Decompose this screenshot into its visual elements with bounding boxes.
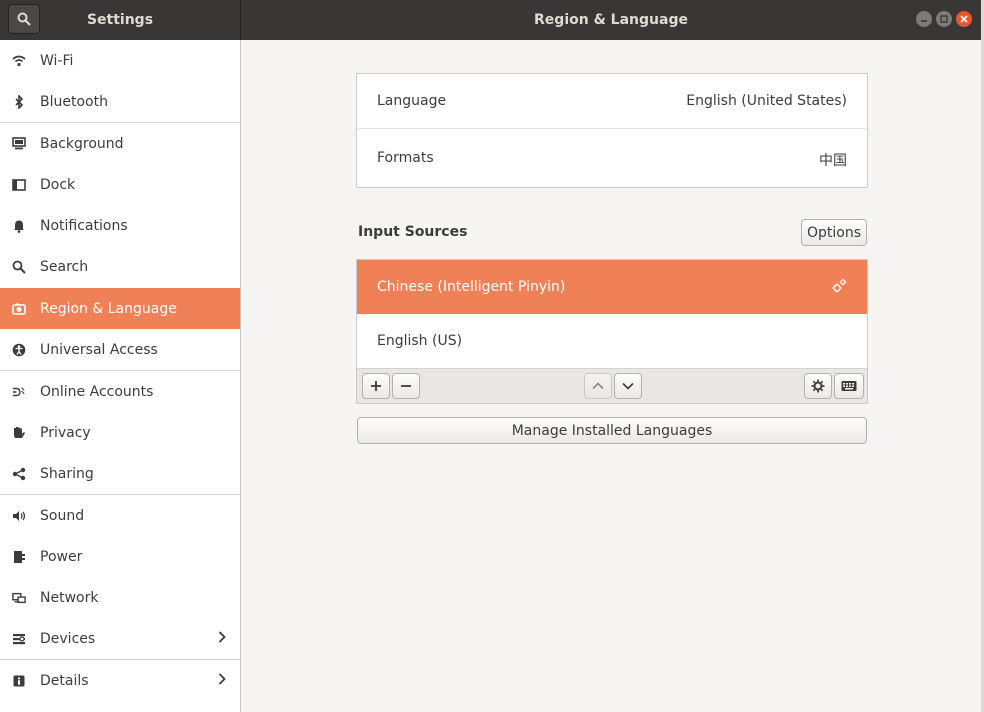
language-row[interactable]: Language English (United States) (357, 74, 867, 128)
move-down-button[interactable] (614, 373, 642, 399)
formats-row[interactable]: Formats 中国 (357, 129, 867, 187)
sidebar-item-label: Network (40, 589, 99, 606)
minus-icon (401, 385, 411, 387)
bluetooth-icon (12, 94, 26, 109)
chevron-right-icon (218, 631, 226, 647)
dock-icon (12, 178, 26, 192)
remove-input-source-button[interactable] (392, 373, 420, 399)
sidebar-item-notifications[interactable]: Notifications (0, 205, 240, 246)
formats-label: Formats (377, 150, 434, 166)
wifi-icon (12, 54, 26, 68)
input-source-label: English (US) (377, 333, 463, 349)
input-source-row[interactable]: Chinese (Intelligent Pinyin) (357, 260, 867, 314)
sidebar-item-region-language[interactable]: Region & Language (0, 288, 240, 329)
minimize-icon (921, 20, 927, 22)
sidebar-item-dock[interactable]: Dock (0, 164, 240, 205)
sidebar: Wi-Fi Bluetooth Background Dock Notifica… (0, 40, 240, 712)
maximize-button[interactable] (936, 11, 952, 27)
sidebar-item-universal-access[interactable]: Universal Access (0, 329, 240, 370)
sidebar-item-label: Online Accounts (40, 383, 154, 400)
input-sources-list: Chinese (Intelligent Pinyin) English (US… (356, 259, 868, 404)
chevron-right-icon (218, 673, 226, 689)
maximize-icon (940, 15, 948, 23)
sidebar-item-background[interactable]: Background (0, 123, 240, 164)
sidebar-item-sharing[interactable]: Sharing (0, 453, 240, 494)
search-button[interactable] (8, 4, 40, 34)
info-icon (12, 674, 26, 688)
sidebar-item-label: Notifications (40, 217, 128, 234)
input-source-settings-icon[interactable] (831, 278, 847, 298)
input-sources-toolbar (357, 368, 867, 403)
sidebar-item-label: Bluetooth (40, 93, 108, 110)
sidebar-item-label: Sound (40, 507, 85, 524)
hand-icon (12, 426, 26, 440)
window-controls (916, 11, 972, 27)
language-label: Language (377, 93, 447, 109)
speaker-icon (12, 509, 26, 523)
sidebar-item-sound[interactable]: Sound (0, 495, 240, 536)
close-icon (960, 15, 968, 23)
chevron-down-icon (622, 382, 634, 390)
gear-icon (811, 379, 825, 393)
input-source-row[interactable]: English (US) (357, 314, 867, 368)
options-button[interactable]: Options (801, 219, 867, 246)
sidebar-item-network[interactable]: Network (0, 577, 240, 618)
minimize-button[interactable] (916, 11, 932, 27)
sidebar-item-label: Privacy (40, 424, 91, 441)
sidebar-item-label: Search (40, 258, 89, 275)
sidebar-item-label: Background (40, 135, 124, 152)
sidebar-item-label: Devices (40, 630, 96, 647)
sidebar-item-details[interactable]: Details (0, 660, 240, 701)
manage-installed-languages-button[interactable]: Manage Installed Languages (357, 417, 867, 444)
sidebar-item-online-accounts[interactable]: Online Accounts (0, 371, 240, 412)
network-icon (12, 591, 26, 605)
title-bar: Settings Region & Language (0, 0, 984, 40)
search-icon (12, 260, 26, 274)
app-title: Settings (86, 12, 154, 28)
language-value: English (United States) (686, 93, 847, 109)
input-source-settings-button[interactable] (804, 373, 832, 399)
sidebar-item-power[interactable]: Power (0, 536, 240, 577)
accessibility-icon (12, 343, 26, 357)
keyboard-layout-button[interactable] (834, 373, 864, 399)
add-input-source-button[interactable] (362, 373, 390, 399)
window-title: Region & Language (534, 12, 688, 28)
sidebar-item-label: Dock (40, 176, 76, 193)
sidebar-item-label: Wi-Fi (40, 52, 74, 69)
sidebar-item-label: Power (40, 548, 83, 565)
keyboard-icon (841, 381, 857, 391)
search-icon (17, 12, 31, 26)
plus-icon (371, 381, 381, 391)
sidebar-item-label: Sharing (40, 465, 94, 482)
power-icon (12, 550, 26, 564)
formats-value: 中国 (819, 153, 847, 169)
region-frame: Language English (United States) Formats… (356, 73, 868, 188)
input-sources-heading: Input Sources (358, 224, 468, 240)
background-icon (12, 137, 26, 151)
input-source-label: Chinese (Intelligent Pinyin) (377, 279, 566, 295)
close-button[interactable] (956, 11, 972, 27)
move-up-button[interactable] (584, 373, 612, 399)
sidebar-item-bluetooth[interactable]: Bluetooth (0, 81, 240, 122)
region-icon (12, 302, 26, 316)
chevron-up-icon (592, 382, 604, 390)
sidebar-item-label: Details (40, 672, 89, 689)
sidebar-item-search[interactable]: Search (0, 246, 240, 287)
sidebar-item-devices[interactable]: Devices (0, 618, 240, 659)
bell-icon (12, 219, 26, 233)
sidebar-item-wifi[interactable]: Wi-Fi (0, 40, 240, 81)
sidebar-item-label: Region & Language (40, 300, 177, 317)
sidebar-item-label: Universal Access (40, 341, 158, 358)
online-accounts-icon (12, 385, 26, 399)
share-icon (12, 467, 26, 481)
devices-icon (12, 632, 26, 646)
sidebar-item-privacy[interactable]: Privacy (0, 412, 240, 453)
